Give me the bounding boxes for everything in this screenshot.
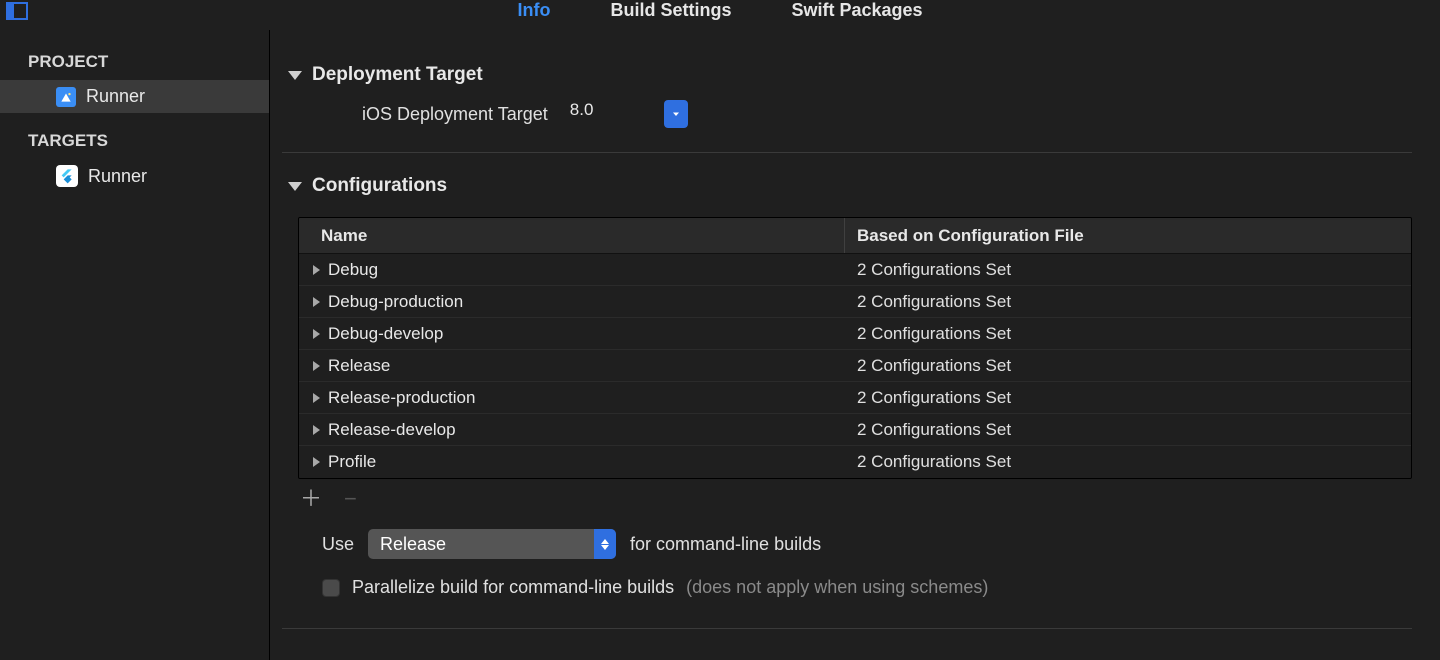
select-value: Release: [380, 534, 594, 555]
flutter-icon: [56, 165, 78, 187]
deployment-target-combo[interactable]: 8.0: [562, 100, 688, 128]
configurations-table: Name Based on Configuration File Debug 2 …: [298, 217, 1412, 479]
project-sidebar: PROJECT Runner TARGETS Runner: [0, 30, 270, 660]
tab-info[interactable]: Info: [517, 0, 550, 21]
config-name: Debug-develop: [328, 324, 443, 344]
config-name: Profile: [328, 452, 376, 472]
parallelize-label: Parallelize build for command-line build…: [352, 577, 674, 598]
table-row[interactable]: Release-production 2 Configurations Set: [299, 382, 1411, 414]
table-row[interactable]: Debug 2 Configurations Set: [299, 254, 1411, 286]
disclosure-triangle-icon[interactable]: [313, 297, 320, 307]
use-label-suffix: for command-line builds: [630, 534, 821, 555]
sidebar-item-target-runner[interactable]: Runner: [0, 159, 269, 193]
disclosure-triangle-icon[interactable]: [313, 425, 320, 435]
editor-tabbar: Info Build Settings Swift Packages: [0, 0, 1440, 30]
section-header-configurations[interactable]: Configurations: [282, 171, 1412, 211]
tab-build-settings[interactable]: Build Settings: [610, 0, 731, 21]
config-file: 2 Configurations Set: [845, 260, 1411, 280]
config-file: 2 Configurations Set: [845, 356, 1411, 376]
sidebar-heading-targets: TARGETS: [0, 113, 269, 159]
section-header-deployment[interactable]: Deployment Target: [282, 60, 1412, 100]
chevron-down-icon[interactable]: [664, 100, 688, 128]
config-file: 2 Configurations Set: [845, 452, 1411, 472]
disclosure-triangle-icon[interactable]: [313, 393, 320, 403]
parallelize-hint: (does not apply when using schemes): [686, 577, 988, 598]
use-label-prefix: Use: [322, 534, 354, 555]
disclosure-triangle-icon: [288, 71, 302, 80]
section-deployment-target: Deployment Target iOS Deployment Target …: [282, 60, 1412, 153]
updown-chevron-icon: [594, 529, 616, 559]
remove-button[interactable]: −: [344, 489, 357, 509]
tab-swift-packages[interactable]: Swift Packages: [791, 0, 922, 21]
table-row[interactable]: Release 2 Configurations Set: [299, 350, 1411, 382]
table-header: Name Based on Configuration File: [299, 218, 1411, 254]
section-title: Deployment Target: [312, 64, 483, 86]
sidebar-item-project-runner[interactable]: Runner: [0, 80, 269, 113]
config-file: 2 Configurations Set: [845, 420, 1411, 440]
sidebar-item-label: Runner: [86, 86, 145, 107]
table-row[interactable]: Profile 2 Configurations Set: [299, 446, 1411, 478]
config-name: Release-production: [328, 388, 475, 408]
deployment-target-value[interactable]: 8.0: [562, 100, 664, 128]
config-file: 2 Configurations Set: [845, 292, 1411, 312]
disclosure-triangle-icon[interactable]: [313, 329, 320, 339]
section-configurations: Configurations Name Based on Configurati…: [282, 171, 1412, 629]
table-row[interactable]: Release-develop 2 Configurations Set: [299, 414, 1411, 446]
section-title: Configurations: [312, 175, 447, 197]
column-header-file[interactable]: Based on Configuration File: [845, 226, 1411, 246]
config-name: Debug: [328, 260, 378, 280]
xcodeproj-icon: [56, 87, 76, 107]
config-name: Release: [328, 356, 390, 376]
disclosure-triangle-icon[interactable]: [313, 265, 320, 275]
table-row[interactable]: Debug-production 2 Configurations Set: [299, 286, 1411, 318]
build-config-select[interactable]: Release: [368, 529, 616, 559]
disclosure-triangle-icon: [288, 182, 302, 191]
table-footer: ＋ −: [282, 479, 1412, 523]
disclosure-triangle-icon[interactable]: [313, 457, 320, 467]
config-name: Debug-production: [328, 292, 463, 312]
parallelize-checkbox[interactable]: [322, 579, 340, 597]
config-file: 2 Configurations Set: [845, 324, 1411, 344]
config-file: 2 Configurations Set: [845, 388, 1411, 408]
sidebar-heading-project: PROJECT: [0, 44, 269, 80]
column-header-name[interactable]: Name: [299, 218, 845, 253]
disclosure-triangle-icon[interactable]: [313, 361, 320, 371]
panel-toggle-icon[interactable]: [6, 2, 28, 20]
config-name: Release-develop: [328, 420, 456, 440]
main-panel: Deployment Target iOS Deployment Target …: [270, 30, 1440, 660]
deployment-target-label: iOS Deployment Target: [362, 104, 548, 125]
add-button[interactable]: ＋: [300, 489, 322, 509]
sidebar-item-label: Runner: [88, 166, 147, 187]
table-row[interactable]: Debug-develop 2 Configurations Set: [299, 318, 1411, 350]
